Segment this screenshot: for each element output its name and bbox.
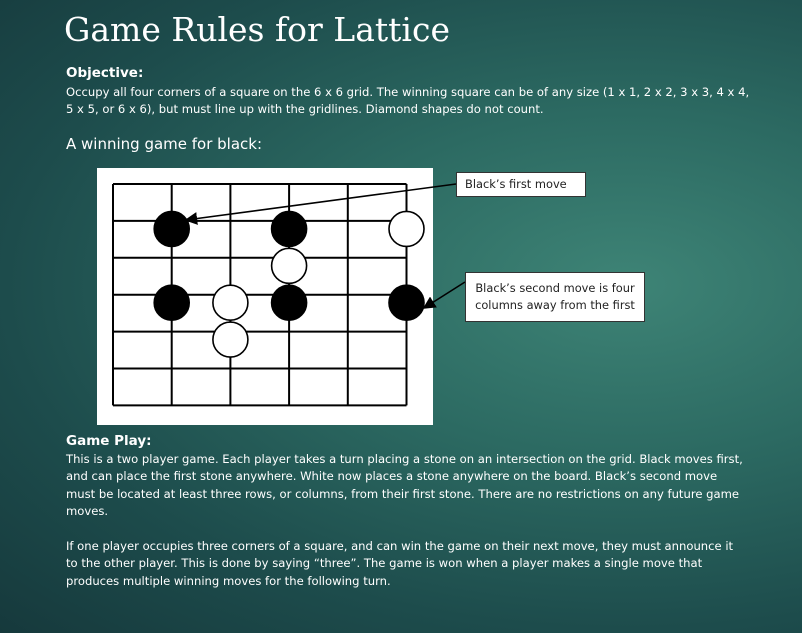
callout-first-move-text: Black’s first move: [465, 177, 567, 191]
white-stone: [270, 247, 308, 285]
gameplay-heading: Game Play:: [66, 433, 152, 449]
callout-second-move-line: Black’s second move is four: [475, 281, 635, 295]
white-stone: [212, 321, 249, 358]
example-heading: A winning game for black:: [66, 135, 263, 153]
board-panel: [97, 168, 433, 425]
objective-text: Occupy all four corners of a square on t…: [66, 84, 749, 119]
gameplay-line: produces multiple winning moves for the …: [66, 573, 391, 588]
callout-second-move: Black’s second move is four columns away…: [465, 272, 645, 322]
black-stone: [388, 284, 425, 321]
objective-heading: Objective:: [66, 65, 144, 81]
callout-first-move: Black’s first move: [456, 172, 586, 197]
gameplay-line: This is a two player game. Each player t…: [66, 452, 743, 466]
gameplay-paragraph-1: This is a two player game. Each player t…: [66, 451, 743, 520]
gameplay-line: moves.: [66, 503, 109, 518]
gameplay-line: and can place the first stone anywhere. …: [66, 469, 718, 484]
black-stone: [270, 210, 308, 248]
black-stone: [153, 210, 190, 248]
black-stone: [270, 284, 308, 321]
lattice-board: [112, 183, 425, 407]
black-stone: [153, 284, 190, 321]
objective-line: Occupy all four corners of a square on t…: [66, 85, 750, 99]
gameplay-line: must be located at least three rows, or …: [66, 486, 740, 501]
white-stone: [212, 284, 249, 321]
objective-line: 5 x 5, or 6 x 6), but must line up with …: [66, 102, 544, 117]
page-title: Game Rules for Lattice: [64, 10, 450, 49]
white-stone: [388, 210, 425, 248]
gameplay-line: If one player occupies three corners of …: [66, 539, 734, 553]
gameplay-line: to the other player. This is done by say…: [66, 556, 703, 571]
callout-second-move-line: columns away from the first: [475, 298, 635, 312]
gameplay-paragraph-2: If one player occupies three corners of …: [66, 538, 733, 590]
